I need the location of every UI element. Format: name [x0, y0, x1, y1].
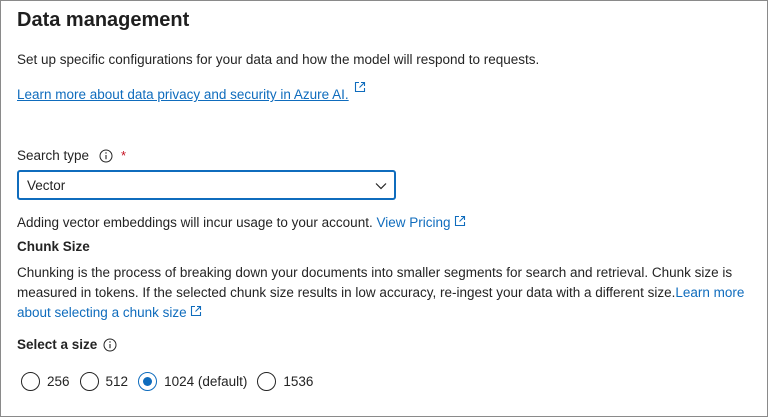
select-size-label: Select a size: [17, 337, 117, 352]
pricing-note-text: Adding vector embeddings will incur usag…: [17, 215, 373, 230]
search-type-label-text: Search type: [17, 148, 90, 163]
intro-description: Set up specific configurations for your …: [17, 52, 540, 67]
pricing-note: Adding vector embeddings will incur usag…: [17, 215, 466, 230]
view-pricing-link-text[interactable]: View Pricing: [376, 215, 450, 230]
chunk-size-radio-group: 256 512 1024 (default) 1536: [21, 372, 323, 391]
external-link-icon: [454, 215, 466, 227]
page-title: Data management: [17, 9, 190, 31]
radio-option-256[interactable]: 256: [21, 372, 70, 391]
radio-label: 512: [105, 374, 129, 389]
info-icon[interactable]: [99, 149, 113, 163]
external-link-icon: [354, 81, 366, 93]
radio-button-selected[interactable]: [138, 372, 158, 391]
data-management-panel: Data management Set up specific configur…: [0, 0, 768, 417]
search-type-selected-value: Vector: [27, 178, 66, 193]
radio-button[interactable]: [79, 372, 99, 391]
chunk-size-description: Chunking is the process of breaking down…: [17, 263, 765, 323]
search-type-label: Search type *: [17, 148, 126, 163]
chunk-size-description-text: Chunking is the process of breaking down…: [17, 265, 733, 300]
radio-label: 256: [47, 374, 70, 389]
info-icon[interactable]: [103, 338, 117, 352]
search-type-dropdown[interactable]: Vector: [17, 170, 396, 200]
select-size-label-text: Select a size: [17, 337, 98, 352]
required-asterisk: *: [121, 148, 127, 163]
chevron-down-icon: [374, 179, 388, 193]
privacy-link-text[interactable]: Learn more about data privacy and securi…: [17, 87, 349, 102]
radio-label: 1536: [283, 374, 314, 389]
radio-option-1024[interactable]: 1024 (default): [138, 372, 247, 391]
radio-label: 1024 (default): [164, 374, 248, 389]
chunk-size-heading: Chunk Size: [17, 239, 90, 254]
radio-button[interactable]: [21, 372, 40, 391]
radio-option-512[interactable]: 512: [79, 372, 129, 391]
view-pricing-link[interactable]: View Pricing: [376, 215, 465, 230]
radio-button[interactable]: [257, 372, 277, 391]
privacy-link[interactable]: Learn more about data privacy and securi…: [17, 81, 366, 102]
external-link-icon: [190, 305, 202, 317]
radio-option-1536[interactable]: 1536: [257, 372, 313, 391]
